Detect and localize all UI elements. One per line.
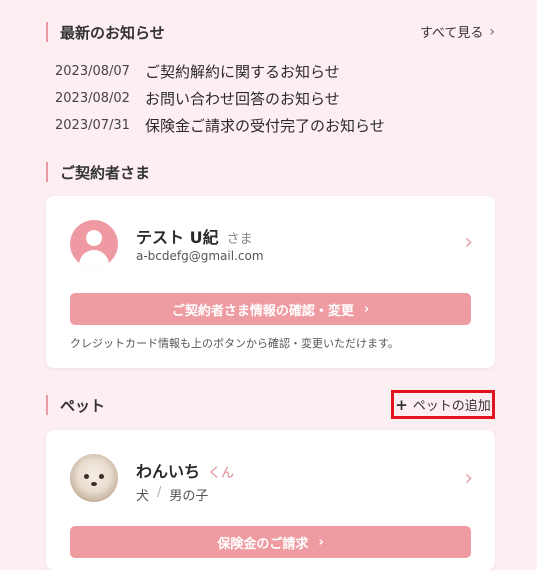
chevron-right-icon: ›	[318, 534, 324, 550]
news-date: 2023/08/02	[55, 91, 130, 106]
add-pet-button[interactable]: + ペットの追加	[391, 390, 495, 419]
see-all-label: すべて見る	[419, 26, 484, 41]
user-icon	[70, 220, 118, 268]
pet-species: 犬	[136, 489, 150, 504]
contractor-info-button[interactable]: ご契約者さま情報の確認・変更 ›	[70, 293, 471, 325]
chevron-right-icon: ›	[363, 301, 370, 317]
news-section-header: 最新のお知らせ	[46, 21, 165, 43]
news-item[interactable]: 2023/07/31 保険金ご請求の受付完了のお知らせ	[55, 112, 385, 139]
contractor-section-header: ご契約者さま	[46, 161, 150, 183]
pet-name: わんいち	[136, 462, 201, 481]
pet-card: わんいち くん 犬 / 男の子 › 保険金のご請求 ›	[46, 430, 495, 570]
pet-details: 犬 / 男の子	[136, 485, 208, 504]
insurance-claim-button[interactable]: 保険金のご請求 ›	[70, 526, 471, 558]
chevron-right-icon: ›	[489, 23, 495, 40]
pet-photo	[70, 454, 118, 502]
news-list: 2023/08/07 ご契約解約に関するお知らせ 2023/08/02 お問い合…	[55, 58, 385, 139]
pet-name-line[interactable]: わんいち くん	[136, 458, 234, 482]
contractor-name-line[interactable]: テスト U紀 さま	[136, 224, 253, 248]
contractor-name: テスト U紀	[136, 228, 219, 247]
pets-section-header: ペット	[46, 394, 105, 416]
plus-icon: +	[395, 395, 408, 414]
news-title[interactable]: ご契約解約に関するお知らせ	[145, 61, 340, 82]
news-date: 2023/07/31	[55, 118, 130, 133]
contractor-section-title: ご契約者さま	[60, 163, 151, 182]
pet-honorific: くん	[208, 466, 235, 481]
section-accent-bar	[46, 162, 48, 182]
news-item[interactable]: 2023/08/07 ご契約解約に関するお知らせ	[55, 58, 385, 85]
contractor-honorific: さま	[226, 232, 253, 247]
add-pet-label: ペットの追加	[412, 399, 491, 414]
section-accent-bar	[46, 22, 48, 42]
news-item[interactable]: 2023/08/02 お問い合わせ回答のお知らせ	[55, 85, 385, 112]
chevron-right-icon[interactable]: ›	[464, 466, 473, 491]
contractor-card: テスト U紀 さま a-bcdefg@gmail.com › ご契約者さま情報の…	[46, 196, 495, 368]
contractor-info-button-label: ご契約者さま情報の確認・変更	[171, 303, 354, 319]
news-title[interactable]: お問い合わせ回答のお知らせ	[145, 88, 340, 109]
pet-detail-separator: /	[157, 485, 162, 500]
news-title[interactable]: 保険金ご請求の受付完了のお知らせ	[145, 115, 385, 136]
insurance-claim-button-label: 保険金のご請求	[217, 536, 309, 552]
chevron-right-icon[interactable]: ›	[464, 230, 473, 255]
news-date: 2023/08/07	[55, 64, 130, 79]
pet-gender: 男の子	[169, 489, 209, 504]
section-accent-bar	[46, 395, 48, 415]
news-section-title: 最新のお知らせ	[60, 23, 165, 42]
pets-section-title: ペット	[60, 396, 106, 415]
contractor-email: a-bcdefg@gmail.com	[136, 249, 264, 263]
credit-card-note: クレジットカード情報も上のボタンから確認・変更いただけます。	[70, 337, 399, 350]
see-all-link[interactable]: すべて見る ›	[419, 22, 495, 42]
